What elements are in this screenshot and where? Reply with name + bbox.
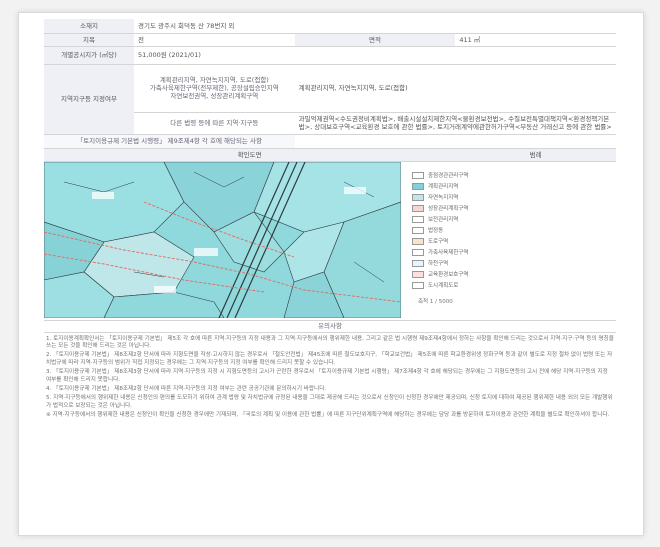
note-item: 4. 「토지이용규제 기본법」 제8조제2항 단서에 따른 지역·지구등의 지정…: [46, 385, 327, 392]
zoning-law-items: 계획관리지역, 자연녹지지역, 도로(접함) 가축사육제한구역(전부제한), 공…: [134, 64, 295, 113]
legend-label: 보전관리지역: [428, 216, 459, 223]
legend-item: 하천구역: [412, 259, 449, 268]
notes-title: 유의사항: [44, 321, 616, 333]
note-item: 2. 「토지이용규제 기본법」 제8조제2항 단서에 따라 지형도면을 작성·고…: [46, 352, 613, 366]
area-value: 411 ㎡: [455, 33, 616, 47]
legend-label: 성장관리계획구역: [428, 205, 469, 212]
legend-item: 도로구역: [412, 237, 449, 246]
note-item: 1. 토지이용계획확인서는 「토지이용규제 기본법」 제5조 각 호에 따른 지…: [46, 335, 614, 349]
info-table: 소재지 경기도 광주시 회덕동 산 78번지 외 지목 전 면적 411 ㎡ 개…: [44, 19, 616, 162]
map-section: 중점경관관리구역계획관리지역자연녹지지역성장관리계획구역보전관리지역법정동도로구…: [44, 161, 616, 321]
map-scale: 축척 1 / 5000: [418, 298, 453, 305]
legend-swatch: [412, 248, 424, 256]
legend-swatch: [412, 237, 424, 245]
legend-header: 범례: [455, 147, 616, 162]
legend-swatch: [412, 281, 424, 289]
zoning-label: 지역지구등 지정여부: [44, 64, 134, 135]
legend-swatch: [412, 259, 424, 267]
land-category-label: 지목: [44, 33, 134, 47]
land-price-value: 51,000원 (2021/01): [134, 46, 616, 65]
legend-item: 성장관리계획구역: [412, 204, 469, 213]
cadastral-map-svg: [44, 161, 401, 318]
extra-value: [294, 134, 616, 149]
map-header: 확인도면: [44, 147, 456, 162]
legend-swatch: [412, 215, 424, 223]
zoning-law-item: 가축사육제한구역(전부제한), 공장설립승인지역: [149, 84, 279, 92]
legend-swatch: [412, 193, 424, 201]
zoning-law-item: 자연보전권역, 성장관리계획구역: [170, 92, 259, 100]
legend-swatch: [412, 171, 424, 179]
legend-label: 자연녹지지역: [428, 194, 459, 201]
address-label: 소재지: [44, 19, 134, 34]
legend-swatch: [412, 182, 424, 190]
legend-label: 도시계획도로: [428, 282, 459, 289]
legend-label: 법정동: [428, 227, 444, 234]
legend-item: 계획관리지역: [412, 182, 459, 191]
legend-item: 도시계획도로: [412, 281, 459, 290]
note-item: ※ 지역·지구등에서의 행위제한 내용은 신청인이 확인을 신청한 경우에만 기…: [46, 412, 610, 419]
land-category-value: 전: [134, 33, 295, 47]
cadastral-map: [44, 161, 401, 318]
legend-swatch: [412, 270, 424, 278]
note-item: 3. 「토지이용규제 기본법」 제8조제3항 단서에 따라 지역·지구등의 지정…: [46, 369, 608, 383]
notes-section: 1. 토지이용계획확인서는 「토지이용규제 기본법」 제5조 각 호에 따른 지…: [44, 333, 616, 425]
legend-label: 교육환경보호구역: [428, 271, 469, 278]
legend-item: 가축사육제한구역: [412, 248, 469, 257]
other-law-value: 과밀억제권역<수도권정비계획법>, 배출시설설치제한지역<물환경보전법>, 수질…: [294, 112, 616, 135]
legend-label: 도로구역: [428, 238, 449, 245]
other-law-label: 다른 법령 등에 따른 지역·지구등: [134, 112, 295, 135]
land-use-certificate: 소재지 경기도 광주시 회덕동 산 78번지 외 지목 전 면적 411 ㎡ 개…: [44, 19, 616, 425]
address-value: 경기도 광주시 회덕동 산 78번지 외: [134, 19, 616, 34]
legend-swatch: [412, 204, 424, 212]
document-sheet: 소재지 경기도 광주시 회덕동 산 78번지 외 지목 전 면적 411 ㎡ 개…: [18, 12, 644, 536]
zoning-law-item: 계획관리지역, 자연녹지지역, 도로(접함): [159, 76, 269, 84]
legend-label: 계획관리지역: [428, 183, 459, 190]
legend-item: 보전관리지역: [412, 215, 459, 224]
zoning-law-value: 계획관리지역, 자연녹지지역, 도로(접함): [294, 64, 616, 113]
land-price-label: 개별공시지가 (㎡당): [44, 46, 134, 65]
note-item: 5. 지역·지구등에서의 행위제한 내용은 신청인의 편의를 도모하기 위하여 …: [46, 395, 613, 409]
extra-label: 「토지이용규제 기본법 시행령」 제9조제4항 각 호에 해당되는 사항: [44, 134, 295, 149]
map-legend: 중점경관관리구역계획관리지역자연녹지지역성장관리계획구역보전관리지역법정동도로구…: [406, 162, 616, 318]
legend-item: 자연녹지지역: [412, 193, 459, 202]
legend-item: 중점경관관리구역: [412, 171, 469, 180]
legend-label: 하천구역: [428, 260, 449, 267]
legend-label: 중점경관관리구역: [428, 172, 469, 179]
area-label: 면적: [294, 33, 456, 47]
legend-swatch: [412, 226, 424, 234]
legend-item: 교육환경보호구역: [412, 270, 469, 279]
legend-item: 법정동: [412, 226, 444, 235]
legend-label: 가축사육제한구역: [428, 249, 469, 256]
